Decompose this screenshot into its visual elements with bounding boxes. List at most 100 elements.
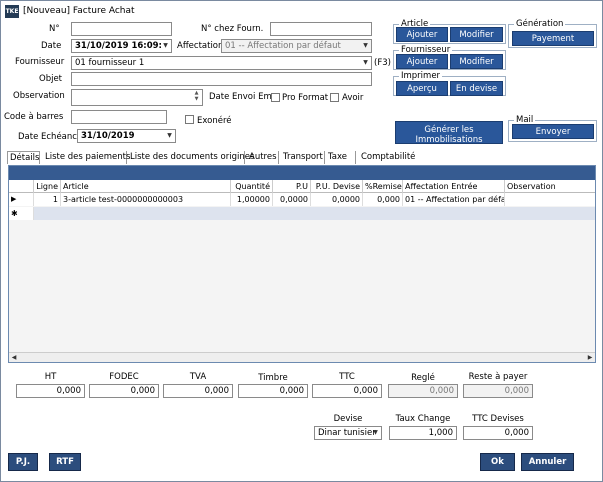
row-selected-icon: ▶ [9, 193, 34, 206]
numero-label: N° [49, 24, 60, 34]
devise-value: Dinar tunisier [318, 428, 376, 438]
date-echeance-value: 31/10/2019 [81, 131, 135, 141]
date-echeance-input[interactable]: 31/10/2019 ▼ [77, 129, 176, 143]
row-header-corner [9, 180, 34, 193]
cell-observation[interactable] [505, 193, 595, 206]
scroll-left-icon[interactable]: ◀ [9, 353, 19, 363]
fournisseur-add-button[interactable]: Ajouter [396, 54, 448, 69]
code-barres-input[interactable] [71, 110, 167, 124]
cell-affectation-entree[interactable]: 01 -- Affectation par défaut [403, 193, 505, 206]
tab-comptabilite[interactable]: Comptabilité [359, 151, 415, 164]
col-ligne[interactable]: Ligne [34, 180, 61, 193]
envoyer-button[interactable]: Envoyer [512, 124, 594, 139]
grid-header: Ligne Article Quantité P.U P.U. Devise %… [9, 180, 595, 193]
tab-taxe[interactable]: Taxe [326, 151, 356, 164]
fournisseur-label: Fournisseur [15, 57, 65, 67]
observation-textarea[interactable]: ▲ ▼ [71, 89, 203, 106]
generer-immobilisations-button[interactable]: Générer les Immobilisations [395, 121, 503, 145]
exonere-label: Exonéré [197, 116, 232, 126]
ttc-label: TTC [339, 372, 355, 382]
affectation-select[interactable]: 01 -- Affectation par défaut ▼ [221, 39, 372, 53]
article-edit-button[interactable]: Modifier [450, 27, 503, 42]
window-title: [Nouveau] Facture Achat [23, 6, 135, 16]
tab-details[interactable]: Détails [7, 151, 40, 164]
ok-button[interactable]: Ok [480, 453, 515, 471]
col-observation[interactable]: Observation [505, 180, 595, 193]
date-value: 31/10/2019 16:09: [75, 41, 162, 51]
timbre-label: Timbre [258, 373, 288, 383]
date-envoi-label: Date Envoi Ema [209, 92, 277, 102]
tab-autres[interactable]: Autres [247, 151, 279, 164]
regle-label: Reglé [411, 373, 435, 383]
pj-button[interactable]: P.J. [8, 453, 38, 471]
date-input[interactable]: 31/10/2019 16:09: ▼ [71, 39, 172, 53]
scroll-right-icon[interactable]: ▶ [585, 353, 595, 363]
col-affectation-entree[interactable]: Affectation Entrée [403, 180, 505, 193]
reste-value: 0,000 [463, 384, 533, 398]
col-remise[interactable]: %Remise [363, 180, 403, 193]
pro-format-label: Pro Format [282, 93, 329, 103]
ht-label: HT [44, 372, 57, 382]
tab-transport[interactable]: Transport [281, 151, 325, 164]
immobilisations-line2: Immobilisations [415, 135, 483, 145]
cell-article[interactable]: 3-article test-0000000000003 [61, 193, 231, 206]
payement-button[interactable]: Payement [512, 31, 594, 46]
num-fourn-input[interactable] [270, 22, 372, 36]
date-label: Date [41, 41, 62, 51]
tab-documents-origines[interactable]: Liste des documents origines [128, 151, 254, 164]
observation-label: Observation [13, 91, 65, 101]
fournisseur-edit-button[interactable]: Modifier [450, 54, 503, 69]
en-devise-button[interactable]: En devise [450, 81, 503, 96]
table-row[interactable]: ▶ 1 3-article test-0000000000003 1,00000… [9, 193, 595, 206]
affectation-label: Affectation [177, 41, 224, 51]
annuler-button[interactable]: Annuler [521, 453, 574, 471]
cell-remise[interactable]: 0,000 [363, 193, 403, 206]
reste-label: Reste à payer [468, 372, 528, 382]
chevron-down-icon[interactable]: ▼ [361, 58, 370, 68]
devise-label: Devise [333, 414, 363, 424]
cell-ligne[interactable]: 1 [34, 193, 61, 206]
tva-label: TVA [189, 372, 207, 382]
chevron-down-icon[interactable]: ▼ [165, 131, 174, 141]
cell-pu-devise[interactable]: 0,0000 [311, 193, 363, 206]
taux-change-input[interactable]: 1,000 [389, 426, 457, 440]
pro-format-checkbox[interactable] [271, 93, 280, 102]
fournisseur-select[interactable]: 01 fournisseur 1 ▼ [71, 56, 372, 70]
fodec-label: FODEC [109, 372, 139, 382]
objet-input[interactable] [71, 72, 372, 86]
code-barres-label: Code à barres [4, 112, 64, 122]
grid-group-bar [9, 166, 595, 180]
lines-grid[interactable]: Ligne Article Quantité P.U P.U. Devise %… [8, 165, 596, 363]
tab-liste-paiements[interactable]: Liste des paiements [43, 151, 130, 164]
rtf-button[interactable]: RTF [49, 453, 81, 471]
spin-arrows-icon[interactable]: ▲ ▼ [192, 90, 201, 104]
col-pu[interactable]: P.U [273, 180, 311, 193]
col-pu-devise[interactable]: P.U. Devise [311, 180, 363, 193]
regle-value: 0,000 [388, 384, 458, 398]
apercu-button[interactable]: Aperçu [396, 81, 448, 96]
generation-group-title: Génération [514, 19, 566, 29]
exonere-checkbox[interactable] [185, 115, 194, 124]
col-quantite[interactable]: Quantité [231, 180, 273, 193]
tva-value: 0,000 [163, 384, 233, 398]
fodec-value: 0,000 [89, 384, 159, 398]
ht-value: 0,000 [16, 384, 85, 398]
ttc-devises-value: 0,000 [463, 426, 533, 440]
cell-quantite[interactable]: 1,00000 [231, 193, 273, 206]
devise-select[interactable]: Dinar tunisier ▼ [314, 426, 382, 440]
numero-input[interactable] [71, 22, 172, 36]
horizontal-scrollbar[interactable]: ◀ ▶ [9, 352, 595, 362]
avoir-checkbox[interactable] [330, 93, 339, 102]
taux-change-label: Taux Change [395, 414, 451, 424]
avoir-label: Avoir [342, 93, 364, 103]
new-row-icon: ✱ [9, 207, 34, 220]
col-article[interactable]: Article [61, 180, 231, 193]
chevron-down-icon[interactable]: ▼ [371, 428, 380, 438]
article-add-button[interactable]: Ajouter [396, 27, 448, 42]
immobilisations-line1: Générer les [424, 125, 474, 135]
new-row[interactable]: ✱ [9, 207, 595, 220]
cell-pu[interactable]: 0,0000 [273, 193, 311, 206]
app-icon: TKE [5, 5, 19, 18]
chevron-down-icon[interactable]: ▼ [361, 41, 370, 51]
chevron-down-icon[interactable]: ▼ [161, 41, 170, 51]
